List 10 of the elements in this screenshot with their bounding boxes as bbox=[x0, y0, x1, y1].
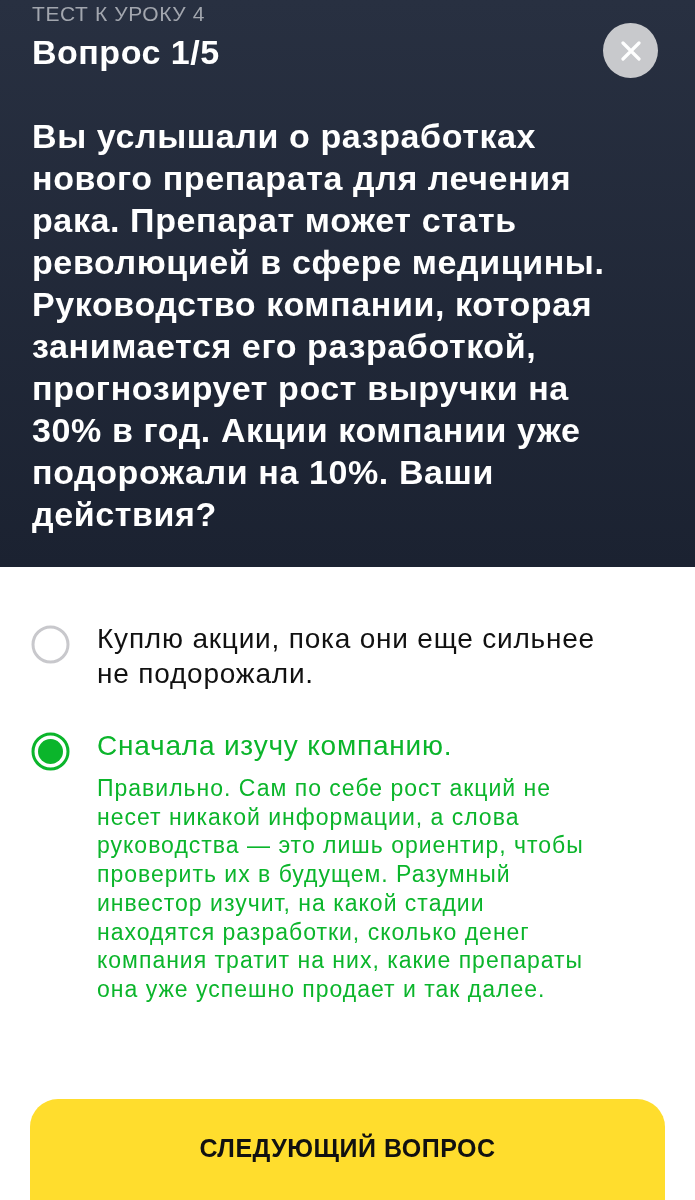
lesson-label: ТЕСТ К УРОКУ 4 bbox=[32, 2, 206, 26]
question-counter: Вопрос 1/5 bbox=[32, 32, 220, 72]
feedback-text: Правильно. Сам по себе рост акций не несет никакой информации, а слова руководства — это лишь ориентир, чтобы проверить их в будущем. Разумный инвестор изучит, на какой стадии находятся разработки, сколько денег компания тратит на них, какие препараты она уже успешно продает и так далее. bbox=[97, 774, 585, 1004]
next-question-button[interactable]: СЛЕДУЮЩИЙ ВОПРОС bbox=[30, 1099, 665, 1200]
answer-option[interactable]: Куплю акции, пока они еще сильнее не подорожали. bbox=[97, 621, 627, 691]
close-button[interactable] bbox=[603, 23, 658, 78]
radio-button[interactable] bbox=[31, 625, 70, 664]
question-text: Вы услышали о разработках нового препарата для лечения рака. Препарат может стать революцией в сфере медицины. Руководство компании, которая занимается его разработкой, прогнозирует рост выручки на 30% в год. Акции компании уже подорожали на 10%. Ваши действия? bbox=[32, 116, 606, 535]
radio-button[interactable] bbox=[31, 732, 70, 771]
close-icon bbox=[620, 40, 641, 61]
